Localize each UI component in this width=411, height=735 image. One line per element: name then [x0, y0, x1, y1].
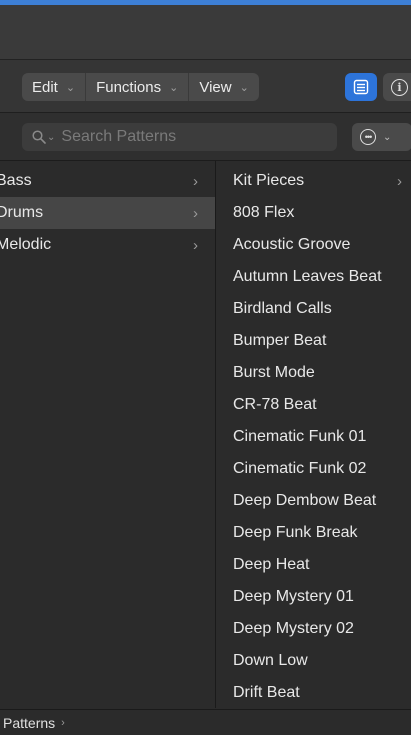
pattern-item[interactable]: Deep Funk Break — [216, 517, 411, 549]
path-bar: Patterns › — [0, 709, 411, 735]
functions-menu-button[interactable]: Functions ⌄ — [86, 73, 190, 101]
pattern-label: Autumn Leaves Beat — [233, 268, 382, 285]
toolbar: Edit ⌄ Functions ⌄ View ⌄ i — [0, 60, 411, 113]
chevron-right-icon: › — [193, 236, 198, 254]
pattern-item[interactable]: Burst Mode — [216, 357, 411, 389]
pattern-item[interactable]: Deep Dembow Beat — [216, 485, 411, 517]
pattern-label: CR-78 Beat — [233, 396, 317, 413]
pattern-item[interactable]: 808 Flex — [216, 197, 411, 229]
chevron-right-icon: › — [193, 204, 198, 222]
edit-menu-label: Edit — [32, 78, 58, 96]
pattern-item[interactable]: Acoustic Groove — [216, 229, 411, 261]
chevron-right-icon: › — [193, 172, 198, 190]
search-icon[interactable]: ⌄ — [32, 130, 55, 144]
category-item-drums[interactable]: Drums › — [0, 197, 215, 229]
list-view-icon — [353, 79, 369, 95]
category-list: Bass › Drums › Melodic › — [0, 165, 215, 708]
pattern-item[interactable]: Cinematic Funk 01 — [216, 421, 411, 453]
chevron-down-icon: ⌄ — [239, 81, 249, 94]
pattern-item[interactable]: Cinematic Funk 02 — [216, 453, 411, 485]
info-button[interactable]: i — [383, 73, 411, 101]
pattern-label: Cinematic Funk 02 — [233, 460, 367, 477]
edit-menu-button[interactable]: Edit ⌄ — [22, 73, 87, 101]
pattern-item[interactable]: Deep Mystery 02 — [216, 613, 411, 645]
pattern-label: Deep Mystery 02 — [233, 620, 354, 637]
pattern-label: Birdland Calls — [233, 300, 332, 317]
pattern-item[interactable]: Bumper Beat — [216, 325, 411, 357]
ellipsis-icon: ••• — [360, 129, 376, 145]
functions-menu-label: Functions — [96, 78, 162, 96]
pattern-label: Deep Heat — [233, 556, 310, 573]
pattern-label: Deep Funk Break — [233, 524, 358, 541]
category-item-bass[interactable]: Bass › — [0, 165, 215, 197]
pattern-item[interactable]: Deep Heat — [216, 549, 411, 581]
pattern-label: Drift Beat — [233, 684, 300, 701]
pattern-item[interactable]: Autumn Leaves Beat — [216, 261, 411, 293]
pattern-label: Acoustic Groove — [233, 236, 351, 253]
pattern-item[interactable]: Deep Mystery 01 — [216, 581, 411, 613]
pattern-label: Deep Dembow Beat — [233, 492, 377, 509]
pattern-item[interactable]: Birdland Calls — [216, 293, 411, 325]
action-menu-button[interactable]: ••• ⌄ — [352, 123, 411, 151]
pattern-label: Down Low — [233, 652, 308, 669]
chevron-right-icon: › — [61, 716, 65, 729]
search-options-chevron-icon: ⌄ — [47, 131, 56, 143]
category-label: Melodic — [0, 236, 52, 253]
pattern-label: Kit Pieces — [233, 172, 305, 189]
pattern-item[interactable]: Drift Beat — [216, 677, 411, 708]
pattern-label: Bumper Beat — [233, 332, 327, 349]
pattern-list: Kit Pieces › 808 Flex Acoustic Groove Au… — [216, 165, 411, 708]
search-bar: ⌄ ••• ⌄ — [0, 113, 411, 161]
chevron-right-icon: › — [397, 172, 402, 190]
chevron-down-icon: ⌄ — [169, 81, 179, 94]
list-view-button[interactable] — [345, 73, 377, 101]
info-icon: i — [391, 78, 408, 96]
pattern-label: Cinematic Funk 01 — [233, 428, 367, 445]
pattern-label: Deep Mystery 01 — [233, 588, 354, 605]
pattern-label: 808 Flex — [233, 204, 295, 221]
chevron-down-icon: ⌄ — [65, 81, 76, 94]
search-field[interactable]: ⌄ — [22, 123, 337, 151]
category-label: Bass — [0, 172, 32, 189]
search-input[interactable] — [59, 127, 324, 147]
pattern-item[interactable]: CR-78 Beat — [216, 389, 411, 421]
pattern-item-kit-pieces[interactable]: Kit Pieces › — [216, 165, 411, 197]
title-bar — [0, 5, 411, 60]
pattern-item[interactable]: Down Low — [216, 645, 411, 677]
chevron-down-icon: ⌄ — [383, 131, 392, 143]
pattern-label: Burst Mode — [233, 364, 315, 381]
view-menu-button[interactable]: View ⌄ — [189, 73, 258, 101]
category-label: Drums — [0, 204, 44, 221]
breadcrumb[interactable]: Patterns — [3, 715, 55, 731]
view-menu-label: View — [199, 78, 232, 96]
menu-group: Edit ⌄ Functions ⌄ View ⌄ — [22, 73, 259, 101]
category-item-melodic[interactable]: Melodic › — [0, 229, 215, 261]
